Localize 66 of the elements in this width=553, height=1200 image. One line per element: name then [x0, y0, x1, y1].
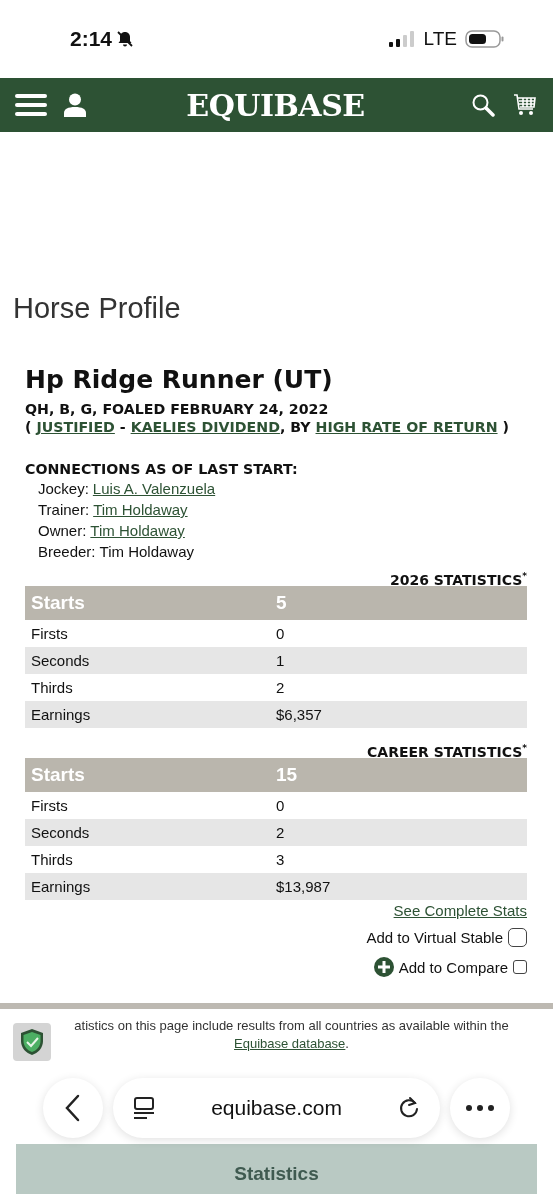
table-cell-text: Firsts [30, 625, 69, 642]
table-cell: $13,987 [276, 878, 331, 895]
table-cell: $6,357 [276, 706, 322, 723]
connection-label: Owner: [38, 522, 87, 539]
plus-icon [373, 957, 394, 977]
virtual-stable-label: Add to Virtual Stable [366, 928, 503, 946]
horse-name: Hp Ridge Runner (UT) [25, 365, 334, 394]
search-icon[interactable] [471, 93, 495, 117]
pedigree-text: ( [25, 419, 33, 435]
virtual-stable-checkbox[interactable] [508, 927, 527, 947]
table-header-cell-text: Starts [30, 592, 86, 614]
reader-icon[interactable] [133, 1096, 155, 1120]
cart-icon[interactable] [513, 93, 537, 117]
table-cell-text: Seconds [30, 824, 91, 841]
connection-label: Jockey: [38, 480, 89, 497]
table-cell: 2 [276, 679, 285, 696]
complete-stats-link[interactable]: See Complete Stats [393, 902, 527, 919]
table-cell: 3 [276, 851, 285, 868]
compare-checkbox[interactable] [513, 960, 527, 974]
menu-icon[interactable] [14, 93, 48, 117]
table-cell-text: Earnings [30, 878, 92, 895]
table-cell: 0 [276, 625, 285, 642]
battery-icon [465, 29, 505, 49]
horse-details: QH, B, G, FOALED FEBRUARY 24, 2022 [25, 400, 330, 418]
user-icon[interactable] [64, 93, 86, 117]
statistics-button[interactable]: Statistics [16, 1144, 537, 1194]
table-header-cell-text: Starts [30, 764, 86, 786]
status-time: 2:14 [70, 27, 113, 51]
pedigree-text: - [118, 419, 127, 435]
connections-heading: CONNECTIONS AS OF LAST START: [25, 460, 299, 478]
pedigree-link[interactable]: JUSTIFIED [36, 419, 115, 435]
table-cell: 2 [276, 824, 285, 841]
connection-label: Trainer: [38, 501, 90, 518]
url-text: equibase.com [211, 1096, 342, 1120]
table-header-cell: 5 [276, 592, 287, 614]
table-cell: 1 [276, 652, 285, 669]
table-header-cell: 15 [276, 764, 298, 786]
page-title: Horse Profile [13, 292, 182, 325]
table-cell: 0 [276, 797, 285, 814]
back-button[interactable] [43, 1078, 103, 1138]
pedigree-text: , BY [279, 419, 312, 435]
statistics-heading: CAREER STATISTICS$^{*}$ [366, 742, 527, 758]
more-button[interactable] [450, 1078, 510, 1138]
table-cell-text: Earnings [30, 706, 92, 723]
compare-label: Add to Compare [398, 958, 508, 976]
table-cell-text: Thirds [30, 679, 74, 696]
network-label: LTE [423, 28, 457, 50]
connection-link[interactable]: Luis A. Valenzuela [92, 480, 216, 497]
connection-name: Tim Holdaway [99, 543, 194, 560]
statistics-heading: 2026 STATISTICS$^{*}$ [388, 570, 527, 586]
reload-icon[interactable] [398, 1096, 420, 1120]
table-cell-text: Firsts [30, 797, 69, 814]
site-logo[interactable]: EQUIBASE [186, 87, 365, 123]
table-cell-text: Thirds [30, 851, 74, 868]
address-bar[interactable]: equibase.com [113, 1078, 440, 1138]
connection-label: Breeder: [38, 543, 96, 560]
signal-icon [387, 30, 416, 48]
connection-link[interactable]: Tim Holdaway [93, 501, 188, 518]
muted-bell-icon [116, 30, 135, 48]
table-cell-text: Seconds [30, 652, 91, 669]
pedigree-text: ) [501, 419, 509, 435]
pedigree-link[interactable]: KAELIES DIVIDEND [130, 419, 280, 435]
connection-link[interactable]: Tim Holdaway [90, 522, 185, 539]
shield-check-icon[interactable] [13, 1023, 51, 1061]
pedigree-link[interactable]: HIGH RATE OF RETURN [315, 419, 498, 435]
more-icon[interactable] [465, 1104, 495, 1112]
